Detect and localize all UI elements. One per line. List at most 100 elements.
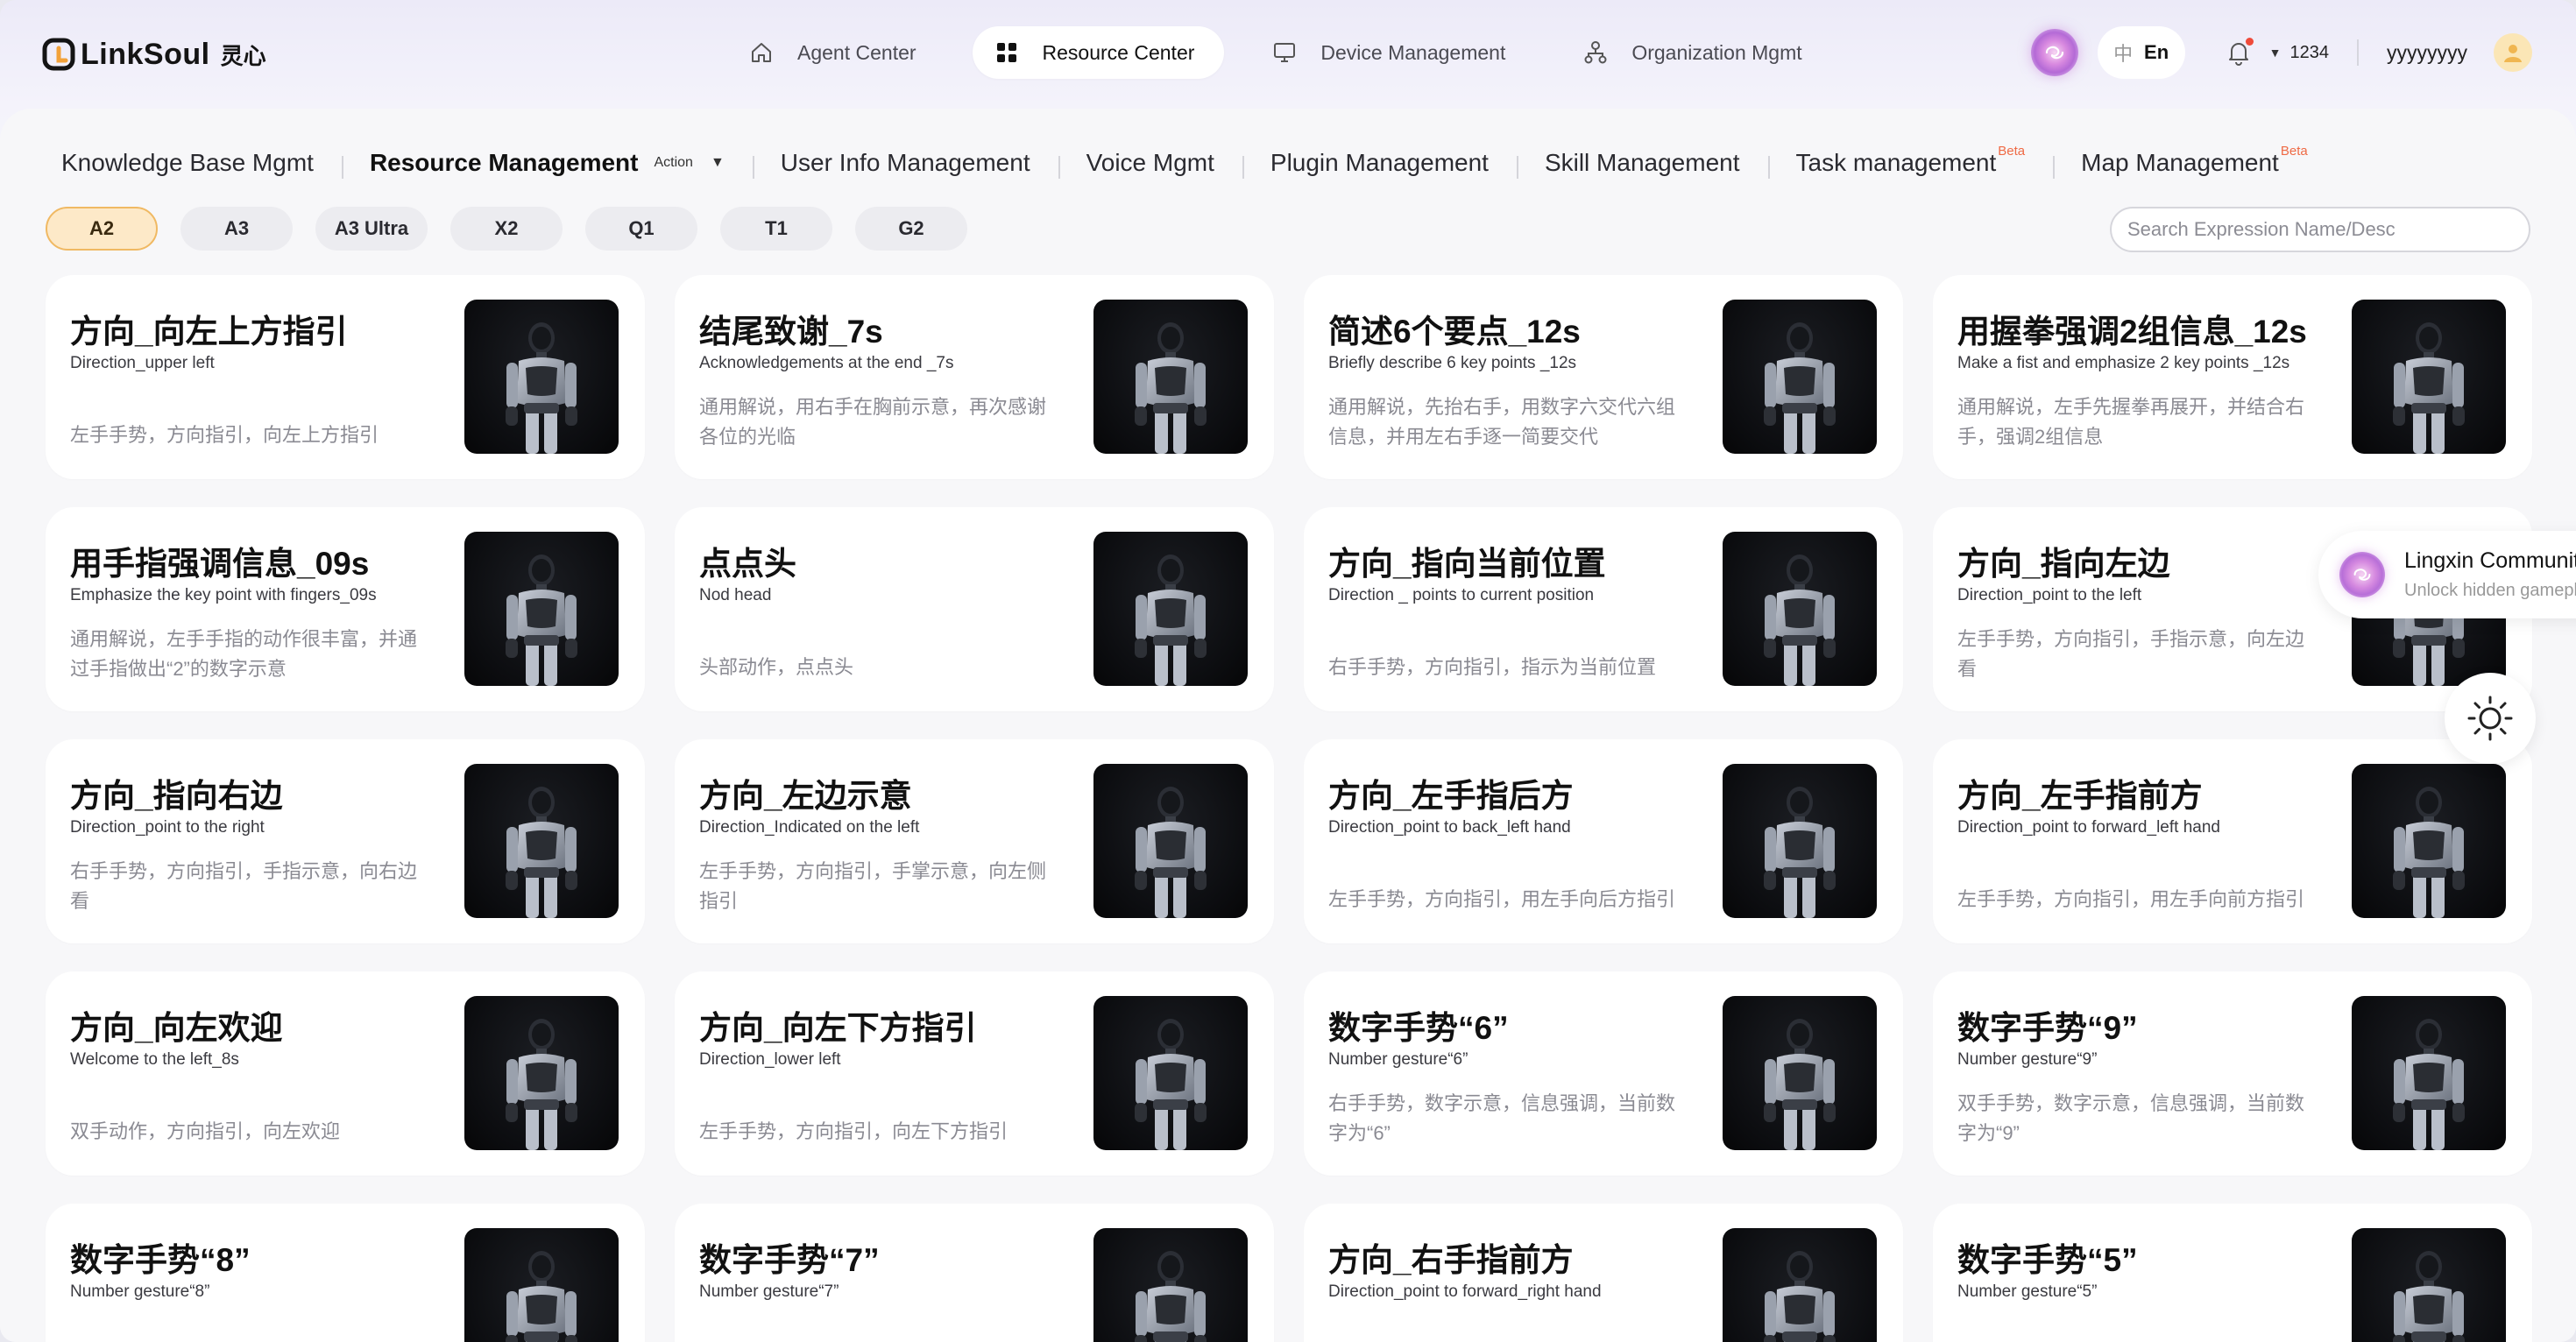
robot-thumbnail [1093,300,1248,454]
nav-device-management[interactable]: Device Management [1250,26,1535,79]
nav-organization-mgmt[interactable]: Organization Mgmt [1561,26,1831,79]
caret-down-icon[interactable]: ▼ [711,155,725,171]
robot-icon [506,554,577,686]
chip-x2[interactable]: X2 [450,207,563,251]
tab-plugin-management[interactable]: Plugin Management [1242,149,1517,179]
expression-card[interactable]: 方向_向左下方指引 Direction_lower left 左手手势，方向指引… [675,971,1274,1176]
search-input[interactable] [2110,207,2530,252]
chip-a3-ultra[interactable]: A3 Ultra [315,207,428,251]
tab-label: Task management [1795,149,1997,176]
language-switch[interactable]: 中 En [2097,26,2185,79]
community-text: Lingxin Community Unlock hidden gameplay [2404,548,2576,601]
grid-icon [996,43,1016,62]
card-title: 方向_指向左边 [1957,546,2170,582]
robot-thumbnail [1093,764,1248,918]
expression-card[interactable]: 数字手势“9” Number gesture“9” 双手手势，数字示意，信息强调… [1933,971,2532,1176]
brand-name-cn: 灵心 [220,42,266,69]
card-title: 数字手势“8” [70,1242,251,1278]
robot-thumbnail [464,764,619,918]
chip-a3[interactable]: A3 [180,207,293,251]
top-nav: LinkSoul 灵心 Agent Center Resource Center… [0,0,2576,109]
robot-icon [1135,787,1207,918]
card-description: 通用解说，左手先握拳再展开，并结合右手，强调2组信息 [1957,396,2305,448]
lang-en[interactable]: En [2144,41,2169,64]
card-description: 右手手势，数字示意，信息强调，当前数字为“6” [1328,1092,1676,1144]
chevron-down-icon[interactable]: ▼ [2269,46,2282,60]
tab-label: Voice Mgmt [1086,149,1214,176]
username[interactable]: yyyyyyyy [2387,41,2467,65]
chip-a2[interactable]: A2 [46,207,158,251]
nav-label: Resource Center [1042,40,1195,64]
expression-card[interactable]: 方向_向左欢迎 Welcome to the left_8s 双手动作，方向指引… [46,971,645,1176]
robot-thumbnail [464,532,619,686]
coin-balance: 1234 [2289,42,2330,62]
expression-card[interactable]: 数字手势“5” Number gesture“5” [1933,1204,2532,1342]
card-description: 右手手势，方向指引，手指示意，向右边看 [70,860,418,912]
lang-zh[interactable]: 中 [2113,39,2133,67]
robot-thumbnail [1093,1228,1248,1342]
robot-icon [506,1251,577,1342]
expression-card[interactable]: 方向_左手指后方 Direction_point to back_left ha… [1304,739,1903,943]
tab-label: Resource Management [369,149,639,176]
logo-icon [42,38,75,71]
expression-card[interactable]: 方向_指向右边 Direction_point to the right 右手手… [46,739,645,943]
robot-thumbnail [1093,532,1248,686]
expression-card[interactable]: 简述6个要点_12s Briefly describe 6 key points… [1304,275,1903,479]
divider [2357,39,2359,66]
robot-thumbnail [1723,1228,1877,1342]
tab-knowledge-base-mgmt[interactable]: Knowledge Base Mgmt [61,149,342,177]
community-subtitle: Unlock hidden gameplay [2404,581,2576,600]
card-title: 方向_向左下方指引 [699,1010,977,1046]
tab-resource-management[interactable]: Resource Management Action ▼ [341,149,753,179]
subtab-bar: Knowledge Base Mgmt Resource Management … [61,135,2336,191]
expression-card[interactable]: 方向_左边示意 Direction_Indicated on the left … [675,739,1274,943]
tab-task-management[interactable]: Task management Beta [1767,144,2054,179]
card-subtitle: Direction_Indicated on the left [699,818,920,837]
expression-card[interactable]: 方向_右手指前方 Direction_point to forward_righ… [1304,1204,1903,1342]
expression-card[interactable]: 方向_左手指前方 Direction_point to forward_left… [1933,739,2532,943]
expression-card[interactable]: 方向_向左上方指引 Direction_upper left 左手手势，方向指引… [46,275,645,479]
robot-thumbnail [2352,996,2506,1150]
tab-map-management[interactable]: Map Management Beta [2053,144,2336,179]
community-float-banner[interactable]: Lingxin Community Unlock hidden gameplay [2318,531,2576,618]
card-title: 方向_指向右边 [70,778,283,814]
tab-action-label[interactable]: Action [654,155,692,171]
card-subtitle: Direction_point to back_left hand [1328,818,1571,837]
card-title: 数字手势“7” [699,1242,880,1278]
nav-resource-center[interactable]: Resource Center [972,26,1225,79]
chip-g2[interactable]: G2 [855,207,967,251]
card-subtitle: Direction_upper left [70,354,215,372]
tab-voice-mgmt[interactable]: Voice Mgmt [1058,149,1242,179]
nav-agent-center[interactable]: Agent Center [727,26,946,79]
logo[interactable]: LinkSoul 灵心 [42,35,266,74]
expression-card[interactable]: 结尾致谢_7s Acknowledgements at the end _7s … [675,275,1274,479]
assistant-orb-button[interactable] [2030,29,2078,76]
card-title: 方向_左手指前方 [1957,778,2203,814]
expression-card[interactable]: 用握拳强调2组信息_12s Make a fist and emphasize … [1933,275,2532,479]
expression-card[interactable]: 方向_指向当前位置 Direction _ points to current … [1304,507,1903,711]
robot-icon [506,322,577,454]
card-description: 左手手势，方向指引，用左手向后方指引 [1328,888,1676,910]
expression-card[interactable]: 点点头 Nod head 头部动作，点点头 [675,507,1274,711]
card-subtitle: Nod head [699,586,772,604]
robot-thumbnail [464,300,619,454]
tab-skill-management[interactable]: Skill Management [1516,149,1768,179]
tab-user-info-management[interactable]: User Info Management [752,149,1058,179]
chip-t1[interactable]: T1 [720,207,832,251]
theme-toggle-button[interactable] [2445,673,2536,764]
chip-q1[interactable]: Q1 [585,207,697,251]
expression-card[interactable]: 数字手势“7” Number gesture“7” [675,1204,1274,1342]
card-subtitle: Direction_point to the right [70,818,265,837]
card-description: 左手手势，方向指引，向左上方指引 [70,424,379,446]
card-subtitle: Make a fist and emphasize 2 key points _… [1957,354,2290,372]
avatar[interactable] [2494,33,2532,72]
expression-card[interactable]: 用手指强调信息_09s Emphasize the key point with… [46,507,645,711]
expression-card[interactable]: 数字手势“8” Number gesture“8” [46,1204,645,1342]
card-subtitle: Number gesture“8” [70,1282,210,1301]
robot-icon [2393,787,2465,918]
card-description: 左手手势，方向指引，用左手向前方指引 [1957,888,2305,910]
expression-card[interactable]: 数字手势“6” Number gesture“6” 右手手势，数字示意，信息强调… [1304,971,1903,1176]
robot-icon [2393,322,2465,454]
card-description: 左手手势，方向指引，手指示意，向左边看 [1957,628,2305,680]
notifications-button[interactable] [2224,38,2254,67]
